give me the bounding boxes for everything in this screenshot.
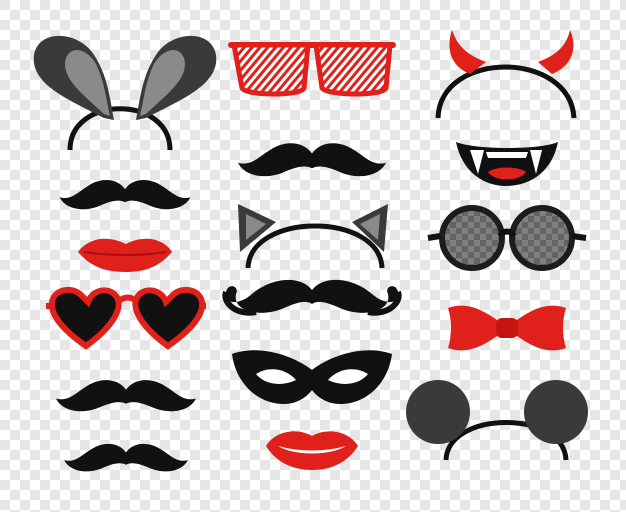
props-illustration bbox=[0, 0, 626, 512]
photo-booth-props-canvas bbox=[0, 0, 626, 512]
